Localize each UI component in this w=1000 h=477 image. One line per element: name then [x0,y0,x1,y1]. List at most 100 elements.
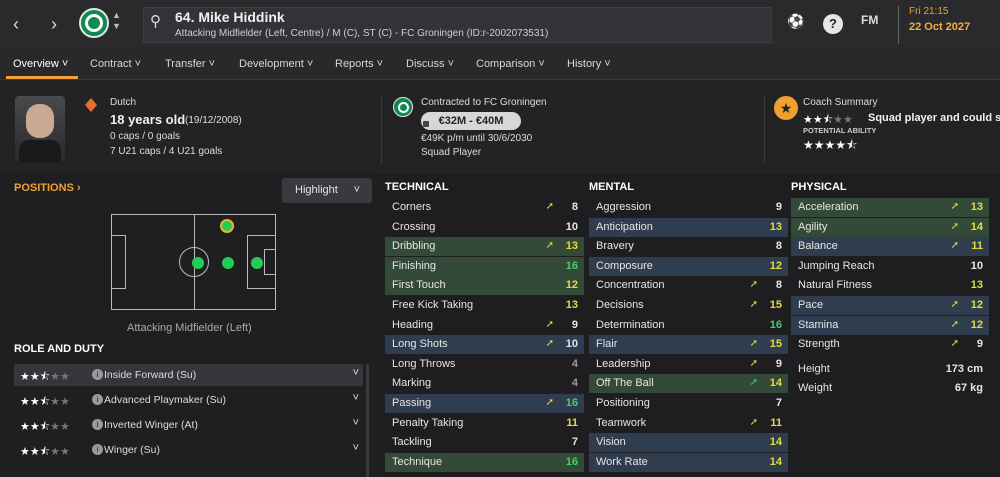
attribute-row[interactable]: Composure 12 [589,256,788,276]
tab-label: Development [239,58,304,70]
info-icon[interactable]: i [92,419,103,430]
attribute-row[interactable]: Vision 14 [589,433,788,453]
attribute-row[interactable]: Off The Ball ➚ 14 [589,374,788,394]
attribute-row[interactable]: Jumping Reach 10 [791,257,989,276]
role-row[interactable]: ★★⯪★★ i Inside Forward (Su) ˅ [14,364,363,386]
attribute-row[interactable]: First Touch 12 [385,276,584,296]
attribute-row[interactable]: Long Shots ➚ 10 [385,335,584,355]
attribute-row[interactable]: Free Kick Taking 13 [385,296,584,315]
tab-history[interactable]: History ˅ [567,58,611,70]
role-row[interactable]: ★★⯪★★ i Winger (Su) ˅ [14,439,363,461]
attribute-value: 14 [970,220,983,233]
position-dot-aml [220,219,234,233]
height-label: Height [798,363,830,375]
attribute-name: Natural Fitness [798,279,872,292]
attribute-row[interactable]: Long Throws 4 [385,355,584,374]
tab-overview[interactable]: Overview ˅ [13,58,68,70]
technical-title: TECHNICAL [385,181,449,193]
info-icon[interactable]: i [92,444,103,455]
attribute-value: 15 [769,338,782,351]
tab-transfer[interactable]: Transfer ˅ [165,58,215,70]
attribute-row[interactable]: Concentration ➚ 8 [589,276,788,295]
attribute-row[interactable]: Bravery 8 [589,237,788,256]
attribute-row[interactable]: Teamwork ➚ 11 [589,414,788,433]
search-icon[interactable]: ⚲ [150,12,161,30]
attribute-row[interactable]: Tackling 7 [385,433,584,452]
ball-icon[interactable]: ⚽ [787,13,804,30]
attribute-row[interactable]: Determination 16 [589,316,788,335]
attribute-row[interactable]: Dribbling ➚ 13 [385,237,584,257]
back-arrow-icon[interactable]: ‹ [6,12,26,36]
attribute-row[interactable]: Balance ➚ 11 [791,237,989,257]
attribute-row[interactable]: Penalty Taking 11 [385,414,584,433]
tab-label: History [567,58,602,70]
weight-label: Weight [798,382,833,394]
attribute-name: Acceleration [798,201,859,213]
divider [764,96,765,164]
attribute-value: 10 [565,338,578,351]
attribute-row[interactable]: Leadership ➚ 9 [589,355,788,374]
attribute-row[interactable]: Marking 4 [385,374,584,393]
attribute-row[interactable]: Heading ➚ 9 [385,316,584,335]
attribute-name: Teamwork [596,416,647,429]
attribute-name: Flair [596,338,618,351]
date-block[interactable]: Fri 21:15 22 Oct 2027 [898,6,970,44]
positions-link[interactable]: POSITIONS › [14,182,81,194]
fm-logo[interactable]: FM [861,13,878,27]
attribute-row[interactable]: Pace ➚ 12 [791,296,989,315]
attribute-row[interactable]: Passing ➚ 16 [385,394,584,413]
attribute-value: 13 [970,201,983,213]
chevron-down-icon[interactable]: ˅ [353,392,359,404]
up-down-chevron-icon[interactable]: ▲ ▼ [112,10,121,32]
attribute-row[interactable]: Acceleration ➚ 13 [791,198,989,217]
attribute-row[interactable]: Corners ➚ 8 [385,198,584,217]
role-row[interactable]: ★★⯪★★ i Inverted Winger (At) ˅ [14,414,363,436]
tab-comparison[interactable]: Comparison ˅ [476,58,545,70]
tab-development[interactable]: Development ˅ [239,58,313,70]
attribute-value: 10 [565,220,578,233]
info-icon[interactable]: i [92,369,103,380]
attribute-row[interactable]: Stamina ➚ 12 [791,315,989,335]
chevron-down-icon[interactable]: ˅ [353,367,359,379]
attribute-row[interactable]: Natural Fitness 13 [791,276,989,295]
attribute-value: 7 [571,436,578,449]
attribute-value: 9 [571,318,578,331]
attribute-row[interactable]: Flair ➚ 15 [589,335,788,355]
attribute-name: Penalty Taking [392,416,464,429]
attribute-row[interactable]: Anticipation 13 [589,217,788,237]
tab-contract[interactable]: Contract ˅ [90,58,141,70]
club-badge-icon[interactable] [79,8,109,38]
trend-arrow-icon: ➚ [545,318,554,330]
trend-arrow-icon: ➚ [749,279,758,291]
attribute-row[interactable]: Agility ➚ 14 [791,217,989,237]
trend-arrow-icon: ➚ [950,240,959,252]
highlight-dropdown[interactable]: Highlight ˅ [282,178,372,203]
briefcase-icon [423,121,429,127]
potential-ability-stars: ★★★★⯪ [803,138,858,152]
tab-reports[interactable]: Reports ˅ [335,58,383,70]
trend-arrow-icon: ➚ [950,201,959,212]
attribute-row[interactable]: Work Rate 14 [589,452,788,472]
attribute-row[interactable]: Crossing 10 [385,218,584,237]
help-icon[interactable]: ? [823,14,843,34]
attribute-name: Passing [392,397,432,409]
scrollbar[interactable] [366,364,369,477]
attribute-row[interactable]: Strength ➚ 9 [791,335,989,354]
player-avatar [15,96,65,162]
attribute-name: Positioning [596,397,650,409]
info-icon[interactable]: i [92,394,103,405]
chevron-down-icon[interactable]: ˅ [353,442,359,454]
chevron-down-icon[interactable]: ˅ [353,417,359,429]
role-row[interactable]: ★★⯪★★ i Advanced Playmaker (Su) ˅ [14,389,363,411]
attribute-row[interactable]: Finishing 16 [385,256,584,276]
role-name: Winger (Su) [104,444,161,456]
attribute-row[interactable]: Technique 16 [385,452,584,472]
attribute-row[interactable]: Aggression 9 [589,198,788,217]
attribute-row[interactable]: Positioning 7 [589,394,788,413]
tab-discuss[interactable]: Discuss ˅ [406,58,454,70]
transfer-value[interactable]: €32M - €40M [421,112,521,130]
attribute-row[interactable]: Decisions ➚ 15 [589,296,788,315]
forward-arrow-icon[interactable]: › [44,12,64,36]
attribute-name: Leadership [596,357,651,370]
role-name: Inverted Winger (At) [104,419,198,431]
